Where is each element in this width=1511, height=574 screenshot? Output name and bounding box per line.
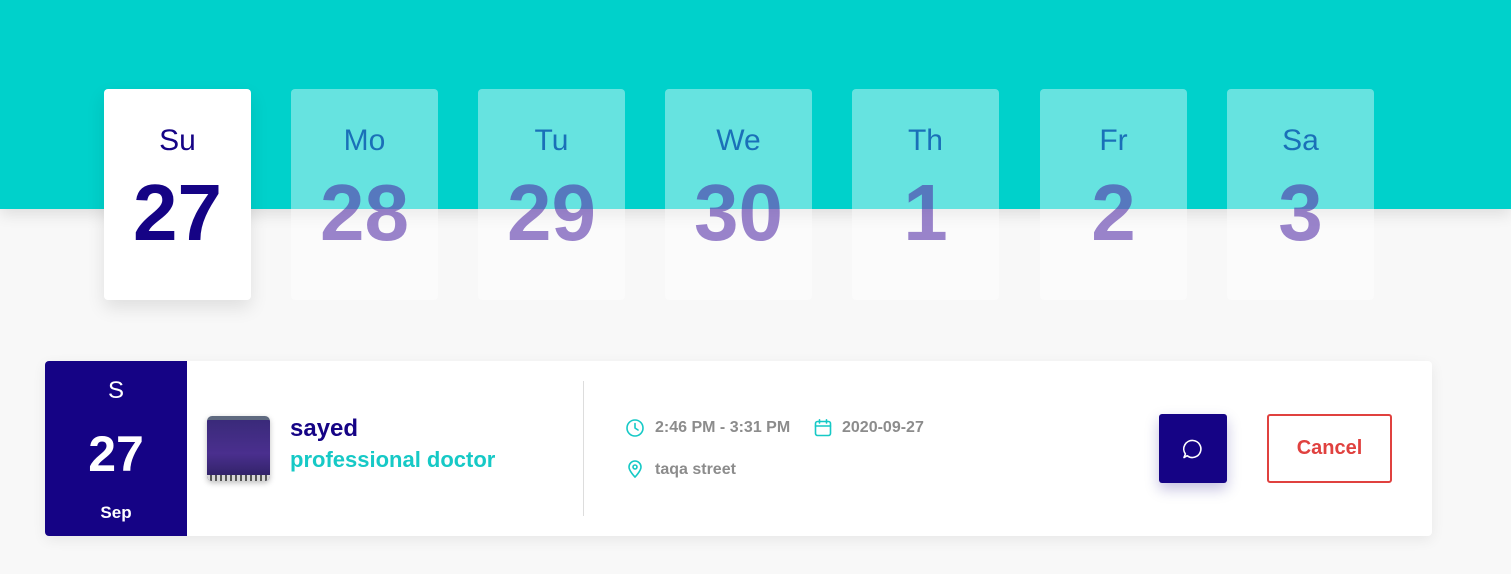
- appointment-day: 27: [88, 426, 144, 482]
- clock-icon: [625, 418, 645, 438]
- day-number: 3: [1278, 168, 1323, 257]
- doctor-name: sayed: [290, 415, 359, 442]
- doctor-title: professional doctor: [290, 447, 496, 472]
- day-card-thursday[interactable]: Th 1: [852, 89, 999, 300]
- day-number: 30: [694, 168, 783, 257]
- cancel-button[interactable]: Cancel: [1267, 414, 1392, 483]
- day-name: Th: [907, 124, 943, 157]
- day-number: 28: [320, 168, 409, 257]
- day-card-friday[interactable]: Fr 2: [1040, 89, 1187, 300]
- day-number: 29: [507, 168, 596, 257]
- day-name: Su: [159, 124, 196, 157]
- day-name: Mo: [343, 124, 386, 157]
- day-card-wednesday[interactable]: We 30: [665, 89, 812, 300]
- day-name: Tu: [534, 124, 569, 157]
- day-name: Sa: [1282, 124, 1319, 157]
- appointment-location: taqa street: [655, 461, 736, 478]
- day-card-monday[interactable]: Mo 28: [291, 89, 438, 300]
- day-card-tuesday[interactable]: Tu 29: [478, 89, 625, 300]
- day-card-sunday[interactable]: Su 27: [104, 89, 251, 300]
- appointment-weekday: S: [107, 377, 124, 404]
- day-number: 27: [133, 168, 222, 257]
- chat-button[interactable]: [1159, 414, 1227, 483]
- appointment-month: Sep: [100, 503, 132, 522]
- doctor-avatar: [207, 416, 270, 481]
- appointment-card: S 27 Sep sayed professional doctor 2:46 …: [45, 361, 1432, 536]
- day-number: 2: [1091, 168, 1136, 257]
- day-card-saturday[interactable]: Sa 3: [1227, 89, 1374, 300]
- appointment-time: 2:46 PM - 3:31 PM: [655, 419, 791, 436]
- appointment-date: 2020-09-27: [842, 419, 924, 436]
- card-divider: [583, 381, 584, 516]
- chat-icon: [1181, 437, 1205, 461]
- appointments-page: Su 27 Mo 28 Tu 29 We 30 Th 1 Fr 2 Sa 3 S…: [0, 0, 1511, 574]
- day-number: 1: [903, 168, 948, 257]
- day-name: We: [716, 124, 761, 157]
- appointment-date-block: S 27 Sep: [45, 361, 187, 536]
- map-pin-icon: [625, 459, 645, 479]
- calendar-icon: [813, 418, 833, 438]
- day-name: Fr: [1099, 124, 1128, 157]
